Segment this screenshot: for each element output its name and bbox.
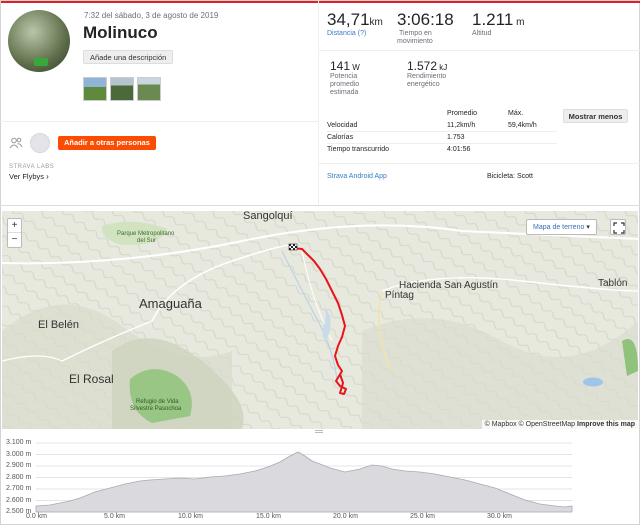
place-parque: Parque Metropolitano: [117, 231, 175, 237]
elevation-profile[interactable]: 3.100 m 3.000 m 2.900 m 2.800 m 2.700 m …: [0, 434, 640, 525]
power-label: Potencia: [330, 73, 358, 80]
place-amaguana: Amaguaña: [139, 296, 202, 311]
start-flag-icon: [288, 243, 298, 251]
stat-power: 141 W Potencia promedio estimada: [330, 59, 360, 97]
power-label: promedio: [330, 81, 360, 88]
x-tick-label: 20.0 km: [333, 513, 358, 520]
place-parque: del Sur: [137, 238, 157, 244]
distance-value: 34,71: [327, 10, 370, 29]
zoom-out-button[interactable]: −: [8, 233, 21, 247]
route-map[interactable]: Sangolquí Parque Metropolitano del Sur A…: [2, 211, 638, 429]
moving-time-value: 3:06:18: [397, 10, 454, 29]
divider: [318, 163, 640, 164]
stat-distance: 34,71km Distancia (?): [327, 10, 383, 38]
flyby-link[interactable]: Ver Flybys ›: [9, 172, 49, 181]
moving-time-label: Tiempo en: [399, 30, 432, 37]
row-label: Calorías: [327, 134, 354, 141]
map-type-label: Mapa de terreno: [533, 224, 585, 231]
add-description-button[interactable]: Añade una descripción: [83, 50, 174, 64]
divider: [327, 143, 557, 144]
divider: [0, 205, 640, 206]
caret-down-icon: ▾: [586, 224, 590, 231]
place-pintag: Píntag: [385, 290, 414, 301]
y-tick-label: 2.700 m: [6, 485, 32, 492]
power-value: 141: [330, 59, 351, 73]
x-tick-label: 0.0 km: [26, 513, 48, 520]
y-tick-label: 3.100 m: [6, 439, 32, 446]
x-tick-label: 15.0 km: [256, 513, 281, 520]
y-tick-label: 2.600 m: [6, 496, 32, 504]
chevron-right-icon: ›: [46, 172, 49, 181]
power-label: estimada: [330, 89, 359, 96]
row-label: Tiempo transcurrido: [327, 146, 389, 153]
strava-labs-label: STRAVA LABS: [9, 164, 55, 170]
zoom-in-button[interactable]: +: [8, 219, 21, 233]
row-avg: 1.753: [447, 134, 465, 141]
place-refugio: Refugio de Vida: [136, 399, 179, 405]
bike-info: Bicicleta: Scott: [487, 173, 533, 180]
show-less-button[interactable]: Mostrar menos: [563, 109, 628, 123]
fullscreen-button[interactable]: [610, 219, 626, 235]
activity-datetime: 7:32 del sábado, 3 de agosto de 2019: [84, 11, 219, 20]
zoom-controls: + −: [7, 218, 22, 248]
x-tick-label: 30.0 km: [487, 513, 512, 520]
improve-map-link[interactable]: Improve this map: [577, 421, 635, 428]
col-header-max: Máx.: [508, 110, 524, 117]
row-avg: 11,2km/h: [447, 122, 476, 129]
add-people-button[interactable]: Añadir a otras personas: [58, 136, 156, 150]
user-placeholder-icon: [30, 133, 50, 153]
divider: [0, 121, 318, 122]
people-icon: [9, 137, 23, 149]
row-avg: 4:01:56: [447, 146, 471, 153]
terrain-layer: [2, 211, 638, 429]
divider: [327, 131, 557, 132]
divider: [318, 50, 640, 51]
place-el-rosal: El Rosal: [69, 372, 114, 386]
energy-label: energético: [407, 81, 440, 88]
map-attribution[interactable]: © Mapbox © OpenStreetMap Improve this ma…: [481, 420, 638, 429]
elevation-value: 1.211: [472, 10, 514, 29]
y-tick-label: 3.000 m: [6, 450, 32, 458]
moving-time-label: movimiento: [397, 38, 433, 45]
photo-thumbnail[interactable]: [137, 77, 161, 101]
photo-thumbnail[interactable]: [83, 77, 107, 101]
place-sangolqui: Sangolquí: [243, 211, 293, 222]
photo-thumbnails: [83, 77, 161, 101]
elevation-unit: m: [516, 17, 525, 28]
stat-energy: 1.572 kJ Rendimiento energético: [407, 59, 447, 89]
y-tick-label: 2.800 m: [6, 473, 32, 481]
map-type-select[interactable]: Mapa de terreno ▾: [526, 219, 597, 235]
place-el-belen: El Belén: [38, 319, 79, 331]
x-tick-label: 25.0 km: [410, 513, 435, 520]
stat-moving-time: 3:06:18 Tiempo en movimiento: [397, 10, 454, 46]
energy-label: Rendimiento: [407, 73, 447, 80]
activity-title: Molinuco: [83, 23, 158, 42]
distance-unit: km: [369, 17, 383, 28]
energy-unit: kJ: [439, 63, 448, 72]
photo-thumbnail[interactable]: [110, 77, 134, 101]
col-header-average: Promedio: [447, 110, 477, 117]
attribution-text[interactable]: © Mapbox © OpenStreetMap: [485, 421, 575, 428]
x-tick-label: 10.0 km: [178, 513, 203, 520]
elevation-label: Altitud: [472, 30, 492, 37]
y-tick-label: 2.900 m: [6, 462, 32, 469]
activity-summary: 7:32 del sábado, 3 de agosto de 2019 Mol…: [0, 0, 318, 205]
row-label: Velocidad: [327, 122, 358, 129]
power-unit: W: [352, 63, 360, 72]
avatar[interactable]: [8, 10, 70, 72]
place-refugio: Silvestre Pasochoa: [130, 406, 182, 412]
row-max: 59,4km/h: [508, 122, 537, 129]
distance-label[interactable]: Distancia (?): [327, 30, 383, 38]
device-app[interactable]: Strava Android App: [327, 173, 387, 180]
energy-value: 1.572: [407, 59, 438, 73]
place-tablon: Tablón: [598, 278, 628, 289]
fullscreen-icon: [613, 222, 625, 234]
elevation-chart: [35, 442, 573, 513]
stat-elevation: 1.211 m Altitud: [472, 10, 524, 38]
x-tick-label: 5.0 km: [104, 513, 126, 520]
